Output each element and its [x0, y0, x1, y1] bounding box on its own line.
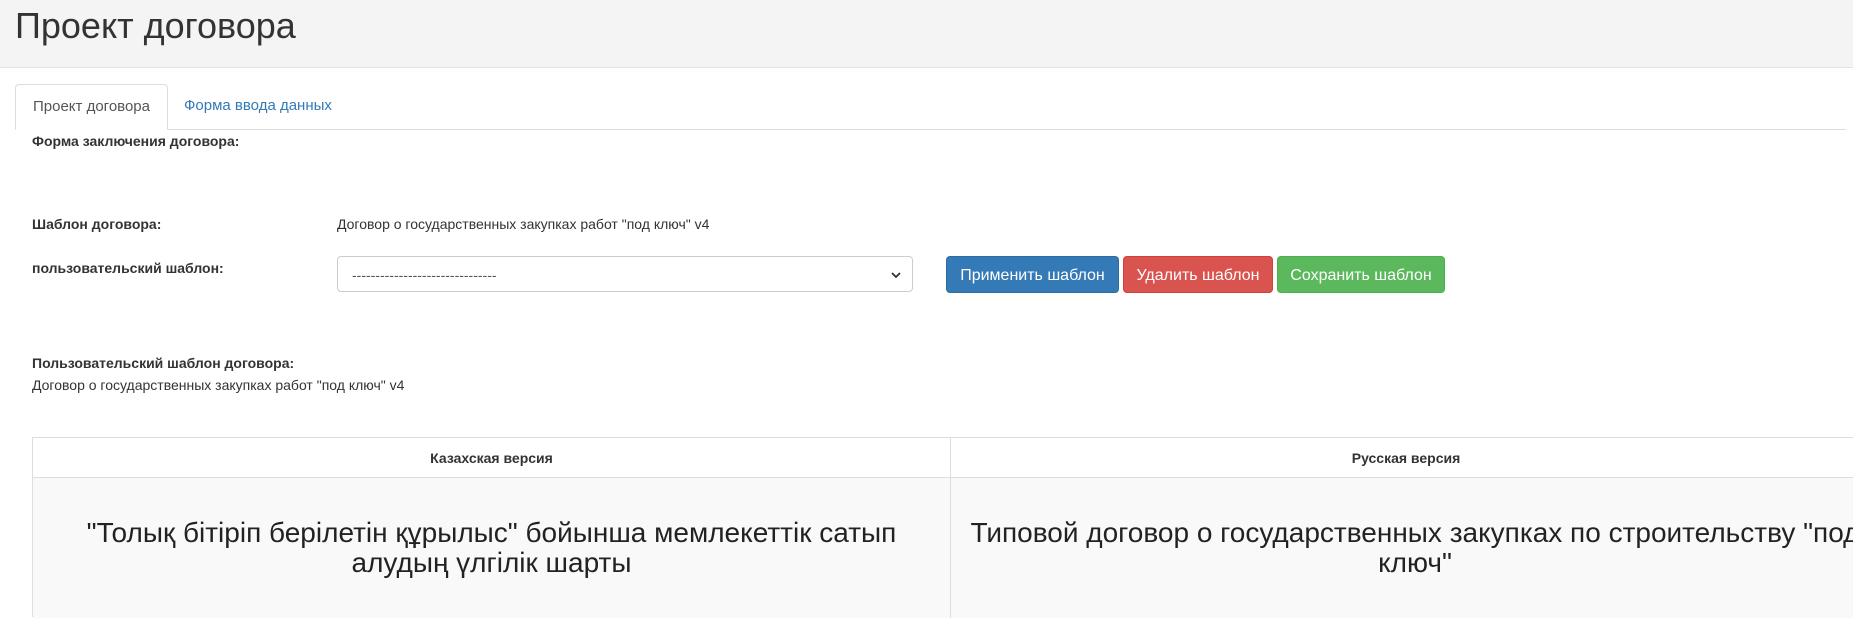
save-template-button[interactable]: Сохранить шаблон	[1277, 256, 1445, 293]
delete-template-button[interactable]: Удалить шаблон	[1123, 256, 1273, 293]
apply-template-button[interactable]: Применить шаблон	[946, 256, 1119, 293]
user-template-select-value: -------------------------------	[352, 267, 497, 283]
user-template-label: пользовательский шаблон:	[32, 260, 224, 276]
user-template-select[interactable]: -------------------------------	[337, 256, 913, 292]
kazakh-version-title: "Толық бітіріп берілетін құрылыс" бойынш…	[33, 478, 951, 618]
page-title: Проект договора	[15, 5, 296, 46]
user-contract-template-value: Договор о государственных закупках работ…	[32, 377, 405, 393]
russian-version-header: Русская версия	[951, 438, 1853, 478]
russian-version-title: Типовой договор о государственных закупк…	[951, 478, 1853, 618]
user-contract-template-label: Пользовательский шаблон договора:	[32, 355, 295, 371]
tab-data-entry-form[interactable]: Форма ввода данных	[167, 84, 349, 128]
kazakh-version-header: Казахская версия	[33, 438, 951, 478]
tab-contract-draft[interactable]: Проект договора	[15, 84, 168, 130]
contract-template-value: Договор о государственных закупках работ…	[337, 216, 710, 232]
contract-template-label: Шаблон договора:	[32, 216, 162, 232]
versions-table: Казахская версия Русская версия "Толық б…	[32, 437, 1853, 618]
contract-form-label: Форма заключения договора:	[32, 133, 240, 149]
chevron-down-icon	[890, 257, 902, 307]
page-header: Проект договора	[0, 0, 1853, 68]
tab-bar: Проект договора Форма ввода данных	[15, 84, 1846, 130]
